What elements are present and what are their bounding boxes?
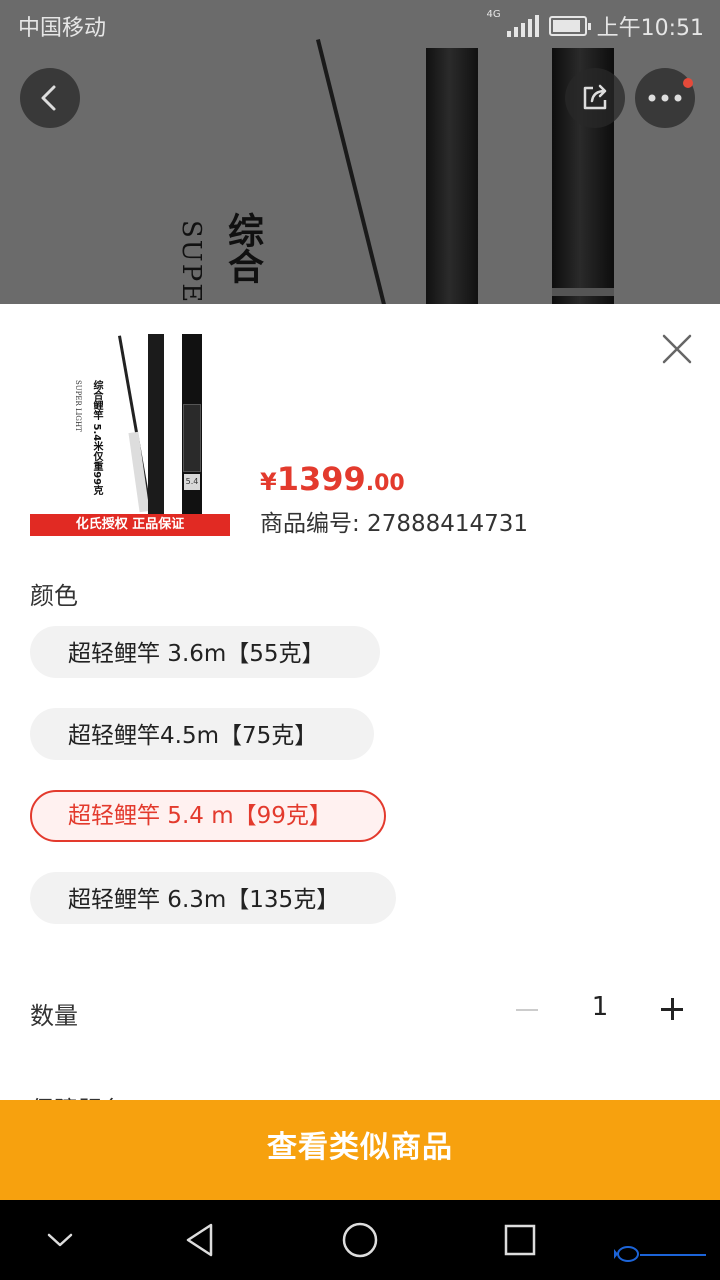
network-type: 4G [486, 9, 501, 20]
carrier-name: 中国移动 [18, 16, 107, 41]
rod-section-graphic: 5.4 [182, 334, 202, 514]
color-option[interactable]: 超轻鲤竿 3.6m【55克】 [30, 626, 380, 678]
battery-icon [548, 16, 591, 36]
color-option-selected[interactable]: 超轻鲤竿 5.4 m【99克】 [30, 790, 386, 842]
chevron-down-icon [47, 1233, 73, 1247]
color-option[interactable]: 超轻鲤竿 6.3m【135克】 [30, 872, 396, 924]
authorized-banner: 化氏授权 正品保证 [30, 514, 230, 536]
color-option[interactable]: 超轻鲤竿4.5m【75克】 [30, 708, 374, 760]
background-subtitle: SUPE [176, 220, 206, 304]
circle-home-icon [342, 1222, 378, 1258]
thumbnail-title: 综合鲤竿 5.4米仅重99克 [91, 380, 102, 496]
more-button[interactable] [635, 68, 695, 128]
price-integer: 1399 [276, 460, 366, 498]
status-indicators: 4G 上午10:51 [486, 10, 704, 42]
triangle-back-icon [186, 1223, 213, 1257]
notification-dot [683, 78, 693, 88]
color-section-label: 颜色 [30, 582, 78, 610]
view-similar-button[interactable]: 查看类似商品 [0, 1100, 720, 1200]
nav-home-button[interactable] [338, 1218, 382, 1262]
price: ¥1399.00 [260, 460, 405, 498]
quantity-increase-button[interactable] [658, 994, 686, 1024]
quantity-label: 数量 [30, 1002, 78, 1030]
square-recent-icon [504, 1224, 536, 1256]
chevron-left-icon [41, 85, 56, 111]
thumbnail-subtitle: SUPER LIGHT [74, 380, 82, 432]
rod-tip-graphic [316, 39, 393, 304]
sku-selector-sheet: 5.4 综合鲤竿 5.4米仅重99克 SUPER LIGHT 化氏授权 正品保证… [0, 304, 720, 1200]
background-title: 综合 [222, 212, 263, 284]
watermark-logo [614, 1246, 706, 1262]
nav-hide-button[interactable] [38, 1218, 82, 1262]
rod-grip-graphic [128, 431, 150, 513]
more-icon [648, 94, 682, 102]
share-button[interactable] [565, 68, 625, 128]
price-decimal: .00 [365, 471, 405, 496]
nav-recent-button[interactable] [498, 1218, 542, 1262]
close-button[interactable] [656, 328, 698, 370]
back-button[interactable] [20, 68, 80, 128]
close-icon [662, 334, 692, 364]
nav-back-button[interactable] [178, 1218, 222, 1262]
quantity-value[interactable]: 1 [580, 992, 620, 1022]
rod-section-graphic [426, 48, 478, 304]
system-nav-bar [0, 1200, 720, 1280]
rod-section-graphic [148, 334, 164, 514]
share-icon [583, 84, 607, 110]
status-bar: 中国移动 4G 上午10:51 [0, 0, 720, 48]
quantity-decrease-button[interactable] [514, 994, 540, 1024]
clock: 上午10:51 [596, 16, 704, 41]
price-currency: ¥ [260, 468, 277, 496]
signal-icon [506, 15, 539, 37]
product-thumbnail: 5.4 综合鲤竿 5.4米仅重99克 SUPER LIGHT 化氏授权 正品保证 [30, 332, 230, 536]
product-number: 商品编号: 27888414731 [260, 511, 529, 537]
